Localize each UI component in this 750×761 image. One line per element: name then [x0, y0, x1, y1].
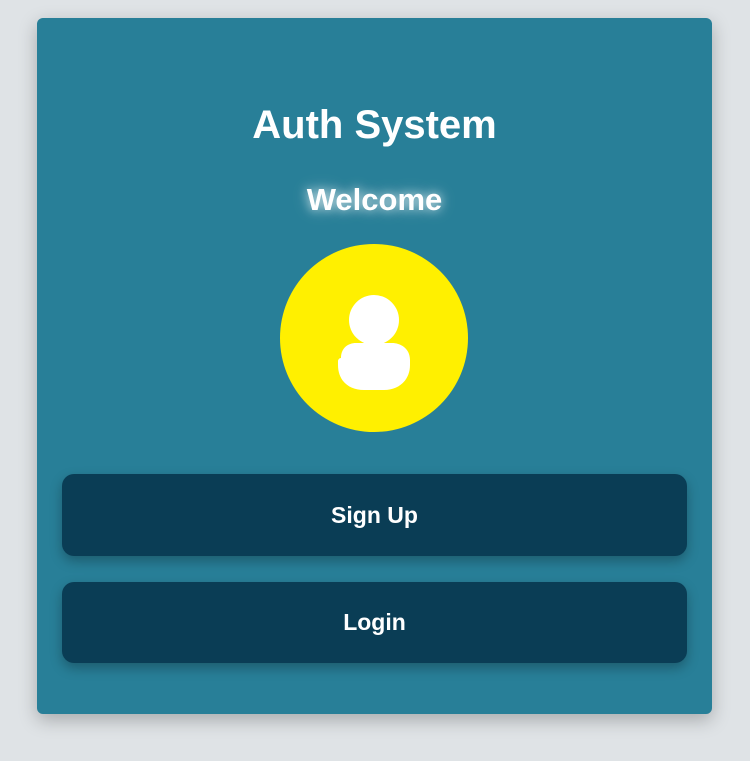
welcome-heading: Welcome [306, 182, 443, 217]
login-button[interactable]: Login [62, 582, 687, 663]
auth-card: Auth System Welcome Sign Up Login [37, 18, 712, 714]
app-title: Auth System [252, 103, 497, 147]
user-icon [338, 295, 410, 390]
sign-up-button[interactable]: Sign Up [62, 474, 687, 556]
avatar [280, 244, 468, 432]
